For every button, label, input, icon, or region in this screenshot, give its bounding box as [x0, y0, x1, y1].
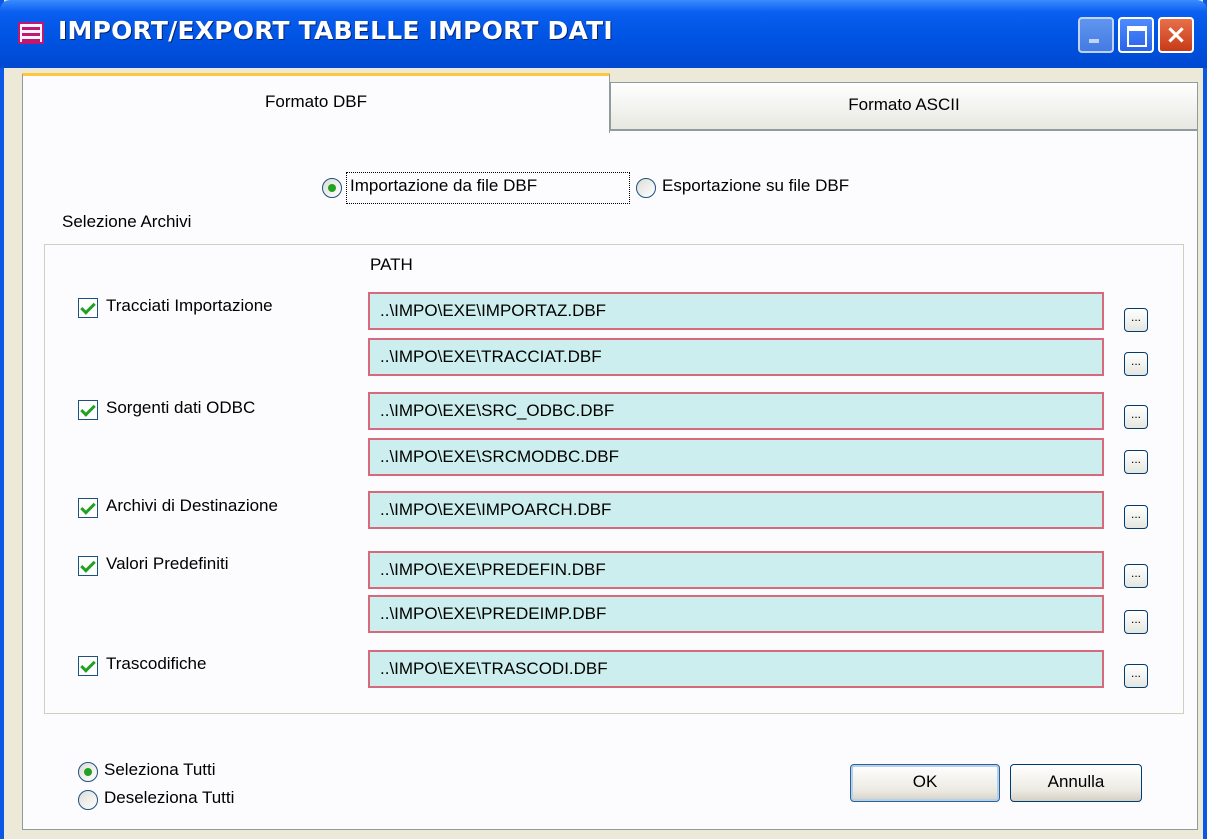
close-icon: × — [1165, 20, 1187, 50]
maximize-button[interactable] — [1118, 17, 1154, 53]
path-field-predefin[interactable]: ..\IMPO\EXE\PREDEFIN.DBF — [368, 551, 1104, 589]
browse-button-predefin[interactable]: ... — [1124, 564, 1148, 588]
checkbox-sorgenti-odbc[interactable] — [78, 400, 98, 420]
ok-button[interactable]: OK — [850, 764, 1000, 802]
close-button[interactable]: × — [1158, 17, 1194, 53]
label-deseleziona-tutti[interactable]: Deseleziona Tutti — [104, 788, 234, 808]
path-field-src-odbc[interactable]: ..\IMPO\EXE\SRC_ODBC.DBF — [368, 392, 1104, 430]
label-archivi-destinazione[interactable]: Archivi di Destinazione — [106, 496, 278, 516]
path-field-trascodi[interactable]: ..\IMPO\EXE\TRASCODI.DBF — [368, 650, 1104, 688]
label-trascodifiche[interactable]: Trascodifiche — [106, 654, 206, 674]
checkbox-trascodifiche[interactable] — [78, 656, 98, 676]
checkbox-tracciati-importazione[interactable] — [78, 298, 98, 318]
path-header: PATH — [370, 255, 413, 274]
minimize-button[interactable] — [1078, 17, 1114, 53]
tab-formato-ascii[interactable]: Formato ASCII — [610, 82, 1198, 130]
label-tracciati-importazione[interactable]: Tracciati Importazione — [106, 296, 273, 316]
table-icon — [18, 22, 44, 44]
path-field-importaz[interactable]: ..\IMPO\EXE\IMPORTAZ.DBF — [368, 292, 1104, 330]
path-field-impoarch[interactable]: ..\IMPO\EXE\IMPOARCH.DBF — [368, 491, 1104, 529]
radio-deseleziona-tutti[interactable] — [78, 790, 98, 810]
checkbox-valori-predefiniti[interactable] — [78, 556, 98, 576]
title-bar[interactable]: IMPORT/EXPORT TABELLE IMPORT DATI × — [0, 0, 1207, 68]
radio-esportazione[interactable] — [636, 178, 656, 198]
window-title: IMPORT/EXPORT TABELLE IMPORT DATI — [58, 16, 613, 45]
label-seleziona-tutti[interactable]: Seleziona Tutti — [104, 760, 216, 780]
annulla-button[interactable]: Annulla — [1010, 764, 1142, 802]
radio-importazione-label[interactable]: Importazione da file DBF — [350, 176, 537, 196]
tab-formato-dbf[interactable]: Formato DBF — [22, 73, 610, 133]
browse-button-src-odbc[interactable]: ... — [1124, 405, 1148, 429]
selezione-archivi-label: Selezione Archivi — [62, 212, 192, 231]
radio-esportazione-label[interactable]: Esportazione su file DBF — [662, 176, 849, 196]
browse-button-trascodi[interactable]: ... — [1124, 664, 1148, 688]
browse-button-predeimp[interactable]: ... — [1124, 610, 1148, 634]
label-valori-predefiniti[interactable]: Valori Predefiniti — [106, 554, 229, 574]
browse-button-tracciat[interactable]: ... — [1124, 352, 1148, 376]
browse-button-importaz[interactable]: ... — [1124, 308, 1148, 332]
checkbox-archivi-destinazione[interactable] — [78, 498, 98, 518]
path-field-predeimp[interactable]: ..\IMPO\EXE\PREDEIMP.DBF — [368, 595, 1104, 633]
label-sorgenti-odbc[interactable]: Sorgenti dati ODBC — [106, 398, 255, 418]
browse-button-srcmodbc[interactable]: ... — [1124, 450, 1148, 474]
browse-button-impoarch[interactable]: ... — [1124, 505, 1148, 529]
radio-importazione[interactable] — [322, 178, 342, 198]
radio-seleziona-tutti[interactable] — [78, 762, 98, 782]
path-field-tracciat[interactable]: ..\IMPO\EXE\TRACCIAT.DBF — [368, 338, 1104, 376]
path-field-srcmodbc[interactable]: ..\IMPO\EXE\SRCMODBC.DBF — [368, 438, 1104, 476]
